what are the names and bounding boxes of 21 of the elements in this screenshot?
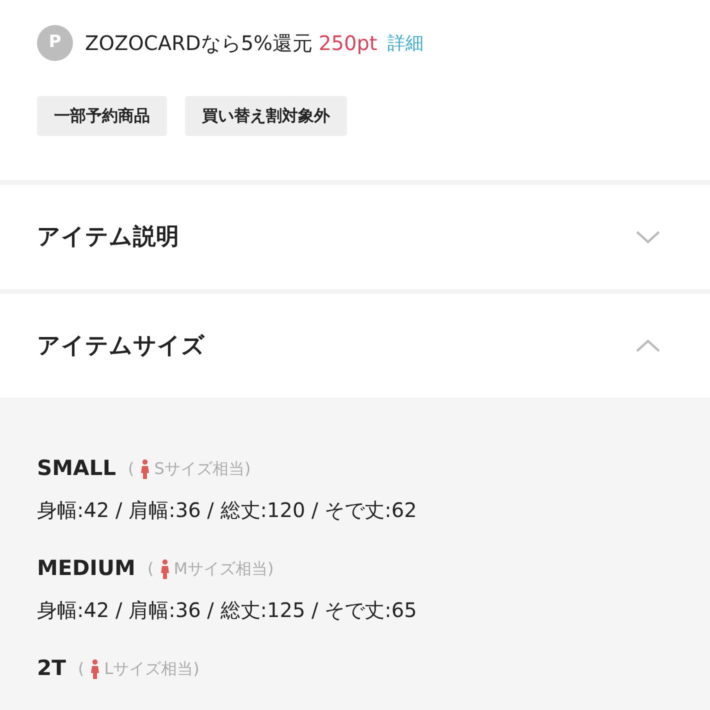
point-icon: P xyxy=(37,25,73,61)
size-equivalent: Mサイズ相当) xyxy=(174,558,274,580)
figure-icon xyxy=(160,559,170,579)
tag: 一部予約商品 xyxy=(37,96,167,136)
size-name: MEDIUM xyxy=(37,555,136,582)
size-name: SMALL xyxy=(37,455,116,482)
points-amount: 250pt xyxy=(318,30,378,57)
size-name: 2T xyxy=(37,655,66,682)
tag: 買い替え割対象外 xyxy=(185,96,347,136)
paren: ( xyxy=(78,658,84,680)
figure-icon xyxy=(140,459,150,479)
figure-icon xyxy=(90,659,100,679)
paren: ( xyxy=(128,458,134,480)
paren: ( xyxy=(147,558,154,580)
size-equivalent: Sサイズ相当) xyxy=(154,458,251,480)
points-text: ZOZOCARDなら5%還元 xyxy=(85,30,313,57)
size-measurements: 身幅:42 / 肩幅:36 / 総丈:125 / そで丈:65 xyxy=(37,597,418,624)
size-measurements: 身幅:42 / 肩幅:36 / 総丈:120 / そで丈:62 xyxy=(37,497,418,524)
size-equivalent: Lサイズ相当) xyxy=(104,658,200,680)
chevron-up-icon xyxy=(635,339,661,353)
chevron-down-icon xyxy=(635,230,661,244)
